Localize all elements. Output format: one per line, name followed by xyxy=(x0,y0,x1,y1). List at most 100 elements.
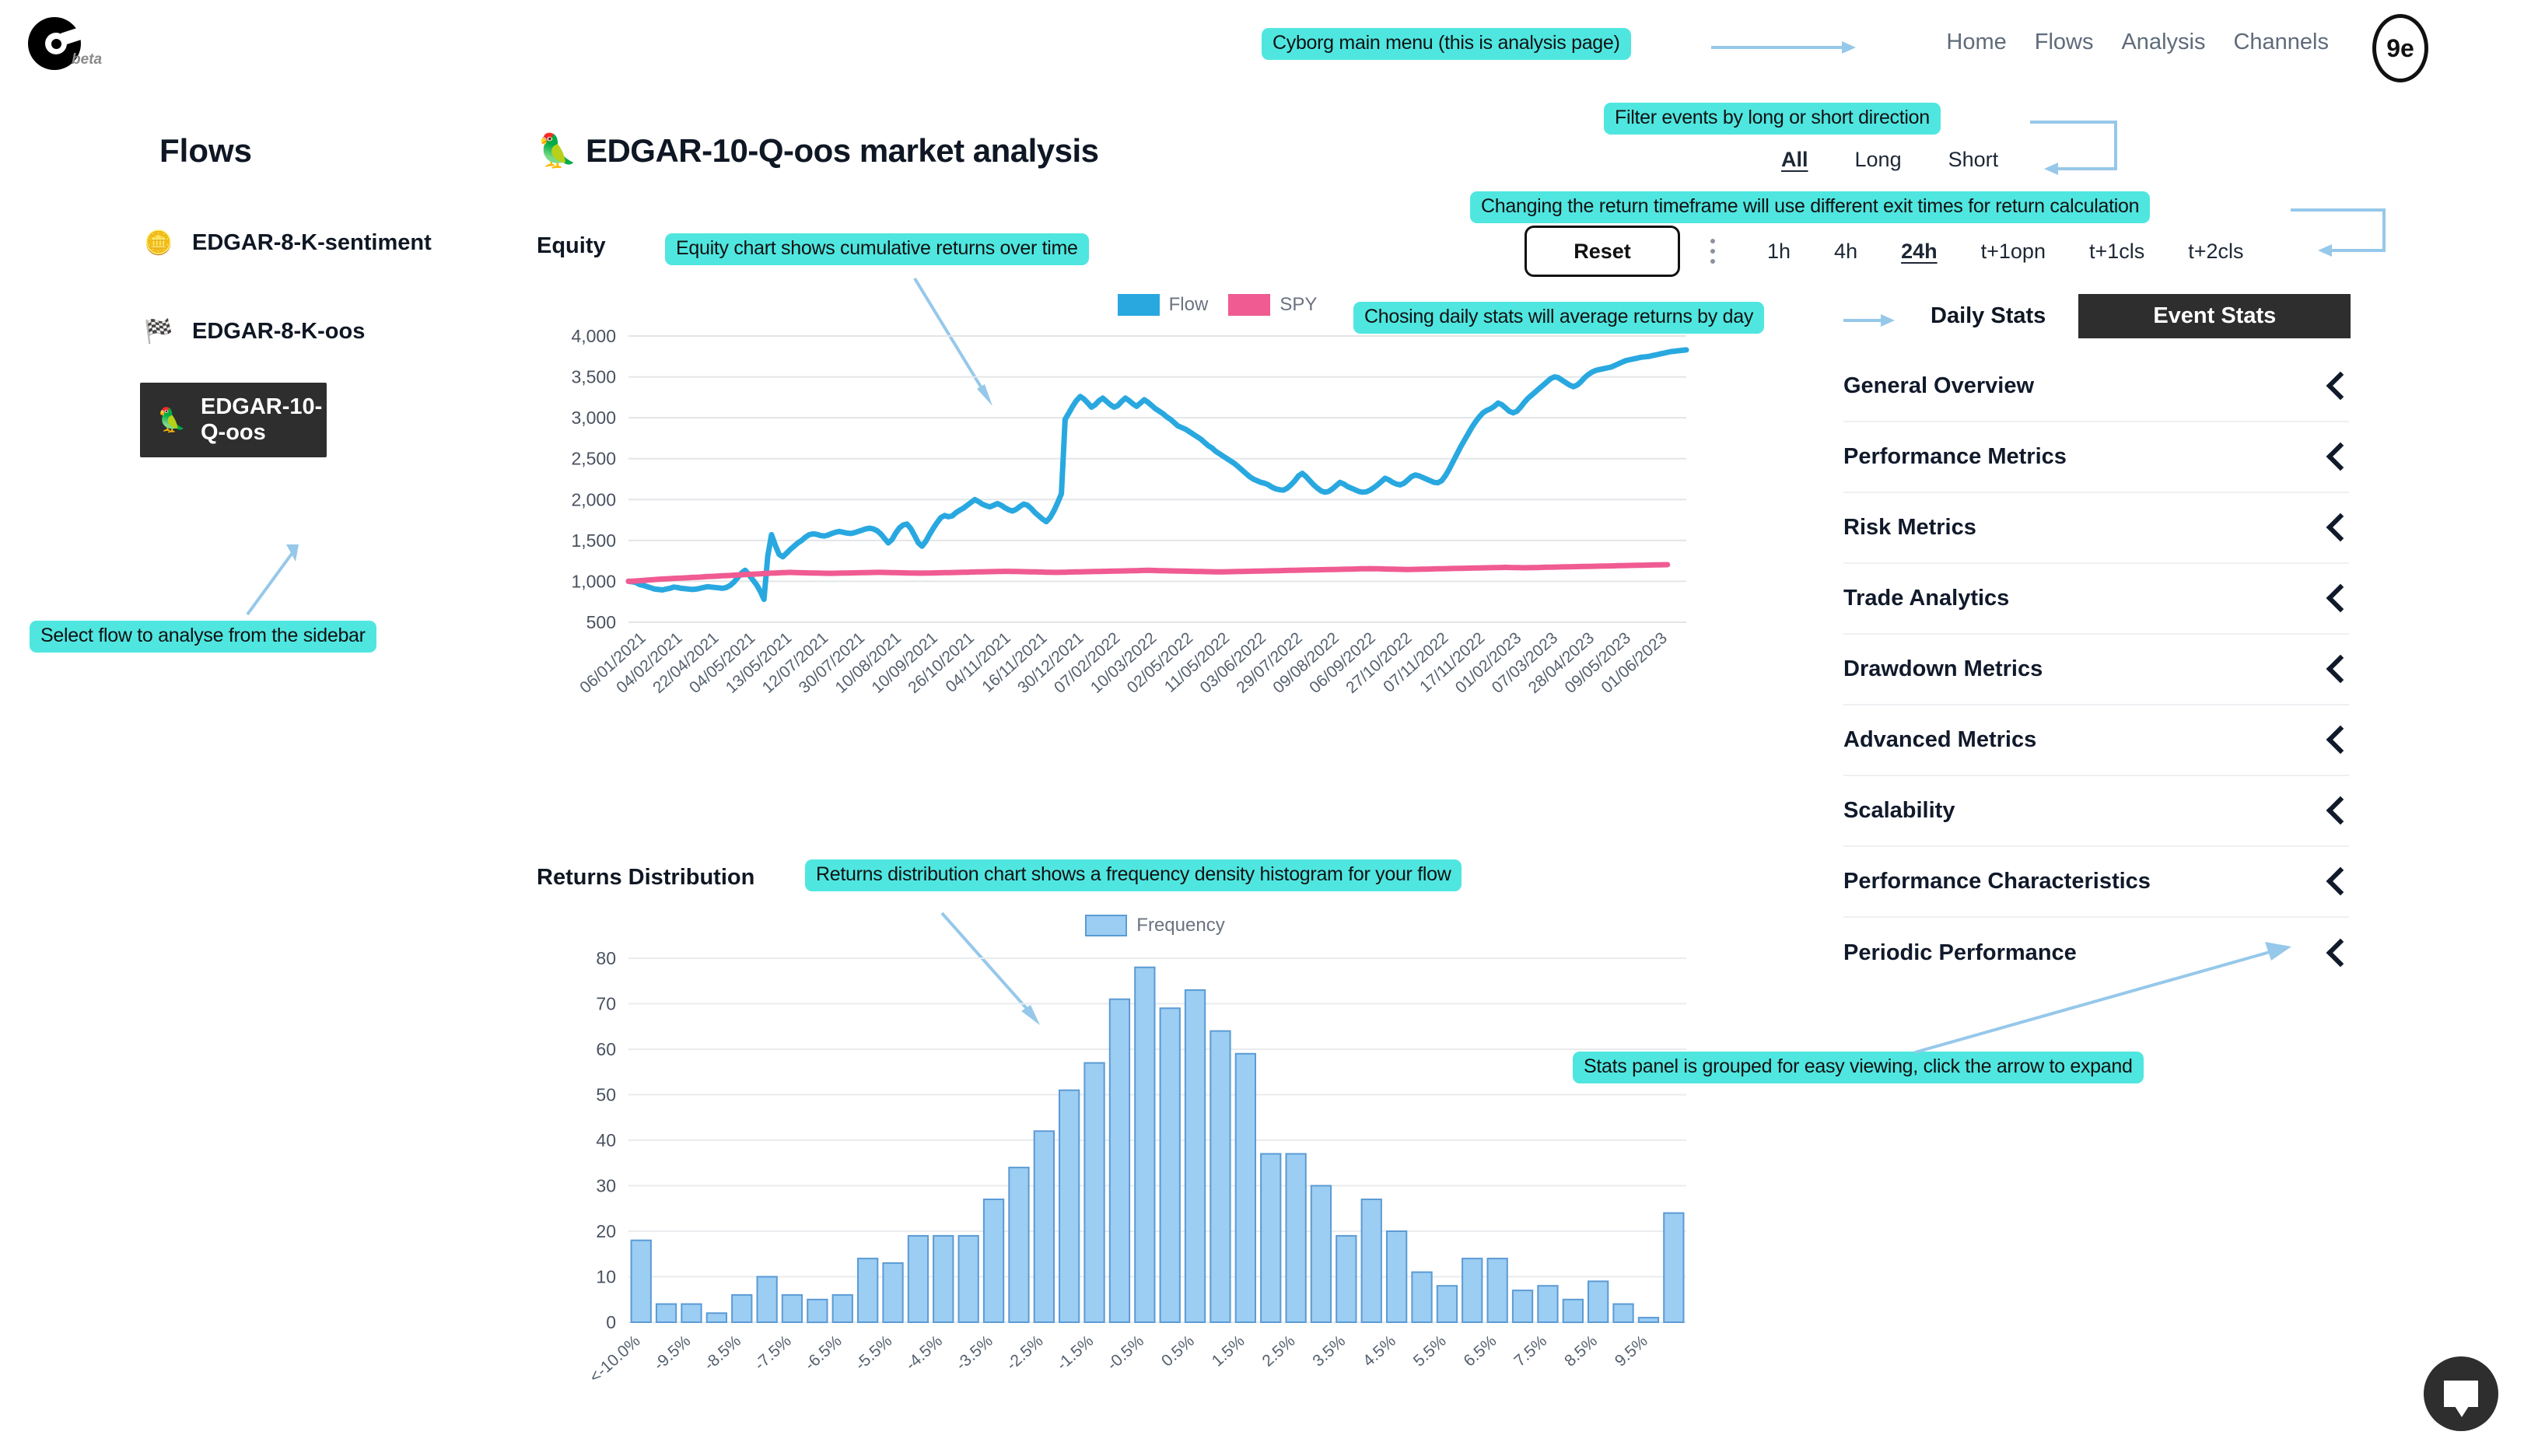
legend-swatch-flow xyxy=(1117,294,1160,316)
stats-group-label: Periodic Performance xyxy=(1843,940,2077,965)
annotation-main-menu: Cyborg main menu (this is analysis page) xyxy=(1262,28,1631,60)
chevron-left-icon[interactable] xyxy=(2323,373,2349,400)
timeframe-controls: Reset 1h 4h 24h t+1opn t+1cls t+2cls xyxy=(1525,226,2266,277)
parrot-icon: 🦜 xyxy=(157,407,187,433)
stats-group-label: Trade Analytics xyxy=(1843,586,2010,611)
brand-badge-9e[interactable]: 9e xyxy=(2372,14,2428,82)
legend-item-spy[interactable]: SPY xyxy=(1228,294,1317,316)
nav-item-home[interactable]: Home xyxy=(1946,30,2006,55)
chevron-left-icon[interactable] xyxy=(2323,727,2349,754)
direction-option-short[interactable]: Short xyxy=(1948,148,1999,172)
tab-event-stats[interactable]: Event Stats xyxy=(2078,294,2351,338)
svg-text:80: 80 xyxy=(596,948,616,968)
sidebar-item-edgar-8-k-oos[interactable]: 🏁 EDGAR-8-K-oos xyxy=(0,294,498,369)
stats-group-risk-metrics[interactable]: Risk Metrics xyxy=(1843,493,2349,564)
svg-text:500: 500 xyxy=(586,612,616,632)
main-nav: Home Flows Analysis Channels xyxy=(1946,30,2329,55)
legend-label-flow: Flow xyxy=(1168,294,1209,315)
svg-text:0.5%: 0.5% xyxy=(1158,1332,1198,1370)
stats-group-advanced-metrics[interactable]: Advanced Metrics xyxy=(1843,705,2349,776)
svg-text:2,000: 2,000 xyxy=(571,489,616,509)
timeframe-option-t2cls[interactable]: t+2cls xyxy=(2166,240,2265,264)
timeframe-option-t1opn[interactable]: t+1opn xyxy=(1959,240,2067,264)
svg-text:3,500: 3,500 xyxy=(571,367,616,387)
stats-group-label: Scalability xyxy=(1843,798,1955,823)
svg-text:7.5%: 7.5% xyxy=(1511,1332,1550,1370)
chevron-left-icon[interactable] xyxy=(2323,869,2349,895)
svg-text:-0.5%: -0.5% xyxy=(1104,1332,1147,1374)
annotation-timeframe: Changing the return timeframe will use d… xyxy=(1470,191,2151,223)
legend-label-spy: SPY xyxy=(1280,294,1318,315)
nav-item-flows[interactable]: Flows xyxy=(2035,30,2094,55)
svg-text:3.5%: 3.5% xyxy=(1309,1332,1349,1370)
chevron-left-icon[interactable] xyxy=(2323,798,2349,824)
svg-text:-5.5%: -5.5% xyxy=(852,1332,895,1374)
svg-text:1.5%: 1.5% xyxy=(1209,1332,1248,1370)
arrow-to-direction xyxy=(2030,121,2117,175)
arrow-to-sidebar xyxy=(246,544,299,616)
chevron-left-icon[interactable] xyxy=(2323,656,2349,683)
sidebar-item-edgar-10-q-oos[interactable]: 🦜 EDGAR-10-Q-oos xyxy=(140,383,327,457)
direction-option-long[interactable]: Long xyxy=(1855,148,1902,172)
tab-daily-stats[interactable]: Daily Stats xyxy=(1898,294,2078,338)
svg-text:20: 20 xyxy=(596,1221,616,1241)
sidebar-item-label: EDGAR-8-K-sentiment xyxy=(192,229,432,255)
stats-group-trade-analytics[interactable]: Trade Analytics xyxy=(1843,564,2349,635)
flows-sidebar: Flows 🪙 EDGAR-8-K-sentiment 🏁 EDGAR-8-K-… xyxy=(0,132,498,471)
histogram-plot-area: 01020304050607080<-10.0% -9.5% -8.5% -7.5% -… xyxy=(586,948,1686,1387)
stats-group-label: Performance Metrics xyxy=(1843,444,2067,469)
svg-text:3,000: 3,000 xyxy=(571,408,616,428)
legend-item-frequency[interactable]: Frequency xyxy=(1085,915,1225,936)
direction-option-all[interactable]: All xyxy=(1781,148,1808,172)
returns-distribution-chart[interactable]: Frequency 0 10 20 30 40 50 60 70 80 <-10.0% -9.5% -… xyxy=(537,910,1758,1454)
chevron-left-icon[interactable] xyxy=(2323,444,2349,471)
svg-text:1,000: 1,000 xyxy=(571,571,616,591)
stats-group-performance-metrics[interactable]: Performance Metrics xyxy=(1843,422,2349,493)
equity-chart[interactable]: Flow SPY 500 1,000 1,500 2,000 2,500 3,000 3,5… xyxy=(537,286,1758,800)
reset-button[interactable]: Reset xyxy=(1525,226,1680,277)
returns-section-label: Returns Distribution xyxy=(537,865,755,890)
svg-text:-2.5%: -2.5% xyxy=(1003,1332,1046,1374)
timeframe-option-24h[interactable]: 24h xyxy=(1879,240,1959,264)
nav-item-channels[interactable]: Channels xyxy=(2233,30,2329,55)
stats-group-general-overview[interactable]: General Overview xyxy=(1843,352,2349,422)
brand-badge-text: 9e xyxy=(2386,34,2414,62)
stats-group-periodic-performance[interactable]: Periodic Performance xyxy=(1843,918,2349,989)
legend-label-frequency: Frequency xyxy=(1136,915,1225,936)
coin-icon: 🪙 xyxy=(144,229,173,256)
main-content: 🦜 EDGAR-10-Q-oos market analysis xyxy=(537,132,1766,170)
annotation-returns: Returns distribution chart shows a frequ… xyxy=(805,859,1462,891)
sidebar-item-edgar-8-k-sentiment[interactable]: 🪙 EDGAR-8-K-sentiment xyxy=(0,205,498,280)
stats-group-performance-characteristics[interactable]: Performance Characteristics xyxy=(1843,847,2349,918)
stats-group-label: Drawdown Metrics xyxy=(1843,656,2043,681)
chevron-left-icon[interactable] xyxy=(2323,940,2349,967)
svg-text:60: 60 xyxy=(596,1039,616,1059)
chat-bubble-icon xyxy=(2444,1381,2478,1417)
svg-text:50: 50 xyxy=(596,1085,616,1105)
stats-group-label: Advanced Metrics xyxy=(1843,727,2037,752)
chevron-left-icon[interactable] xyxy=(2323,586,2349,612)
svg-text:40: 40 xyxy=(596,1130,616,1150)
logo-beta-label: beta xyxy=(72,51,103,68)
equity-legend: Flow SPY xyxy=(677,294,1758,316)
arrow-to-nav xyxy=(1711,41,1856,54)
cyborg-logo[interactable]: beta xyxy=(28,17,129,72)
stats-mode-toggle: Daily Stats Event Stats xyxy=(1898,294,2351,338)
annotation-filter-direction: Filter events by long or short direction xyxy=(1604,103,1941,135)
chevron-left-icon[interactable] xyxy=(2323,515,2349,541)
stats-group-drawdown-metrics[interactable]: Drawdown Metrics xyxy=(1843,635,2349,705)
legend-item-flow[interactable]: Flow xyxy=(1117,294,1209,316)
svg-text:<-10.0%: <-10.0% xyxy=(586,1332,644,1387)
stats-group-scalability[interactable]: Scalability xyxy=(1843,776,2349,847)
stats-group-label: General Overview xyxy=(1843,373,2035,398)
timeframe-option-4h[interactable]: 4h xyxy=(1812,240,1879,264)
sidebar-item-label: EDGAR-8-K-oos xyxy=(192,318,366,344)
page-title: 🦜 EDGAR-10-Q-oos market analysis xyxy=(537,132,1099,169)
nav-item-analysis[interactable]: Analysis xyxy=(2121,30,2205,55)
chat-button[interactable] xyxy=(2424,1356,2498,1431)
more-options-icon[interactable] xyxy=(1691,239,1735,264)
annotation-equity: Equity chart shows cumulative returns ov… xyxy=(665,233,1089,265)
timeframe-option-1h[interactable]: 1h xyxy=(1745,240,1812,264)
timeframe-option-t1cls[interactable]: t+1cls xyxy=(2067,240,2166,264)
svg-text:-4.5%: -4.5% xyxy=(902,1332,946,1374)
